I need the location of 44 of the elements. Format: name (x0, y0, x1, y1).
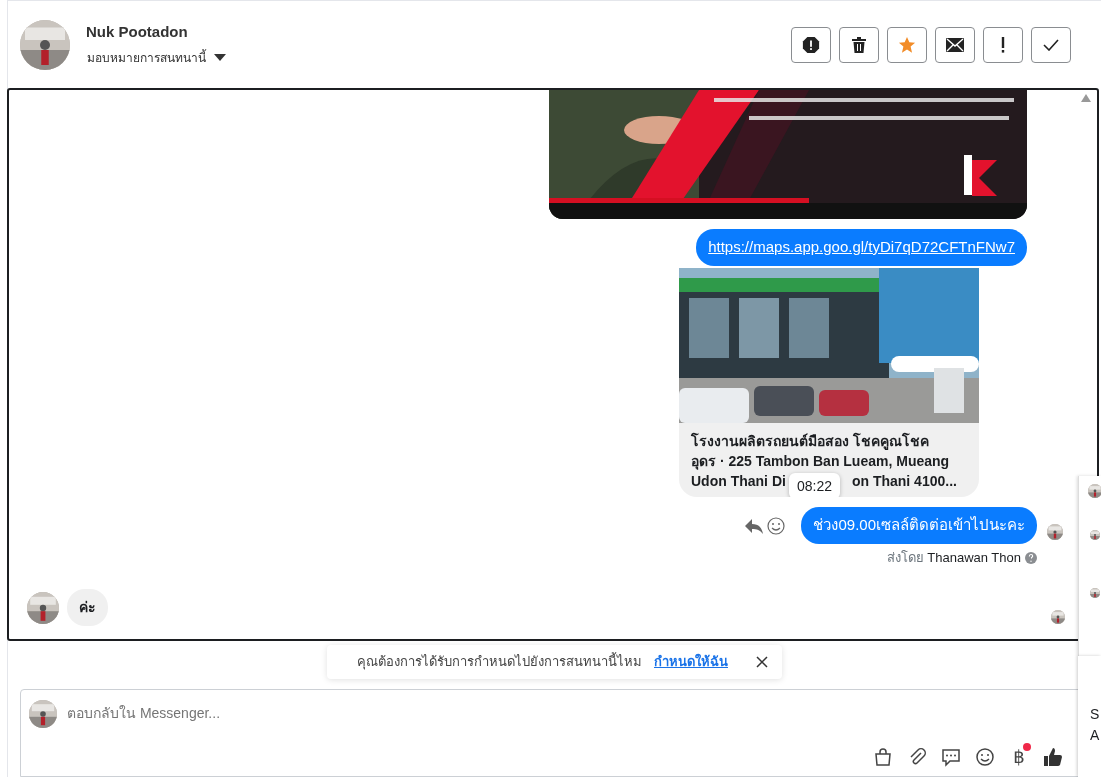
message-bubble: ช่วง09.00เซลล์ติดต่อเข้าไปนะคะ (801, 507, 1037, 544)
close-icon[interactable] (756, 655, 768, 668)
check-icon (1043, 38, 1059, 51)
shopping-bag-icon (873, 747, 893, 767)
panel-text: S (1090, 705, 1101, 724)
contact-avatar (20, 19, 70, 70)
alert-icon (802, 35, 820, 54)
thumbs-up-icon (1043, 747, 1063, 767)
preview-title-line: โรงงานผลิตรถยนต์มือสอง โชคคูณโชค (691, 431, 930, 451)
seen-avatar (1051, 609, 1065, 624)
payment-button[interactable]: ฿ (1004, 742, 1034, 772)
emoji-icon[interactable] (767, 516, 786, 535)
star-icon (898, 35, 916, 54)
assign-link[interactable]: กำหนดให้ฉัน (654, 652, 728, 672)
caret-icon (214, 54, 226, 62)
done-button[interactable] (1031, 26, 1071, 63)
chat-icon (941, 747, 961, 767)
message-bubble: ค่ะ (67, 589, 108, 627)
preview-title-line: อุดร · 225 Tambon Ban Lueam, Mueang (691, 451, 951, 472)
report-button[interactable] (791, 26, 831, 63)
page-avatar (29, 699, 57, 728)
link[interactable]: https://maps.app.goo.gl/tyDi7qD72CFTnFNw7 (708, 238, 1015, 255)
link-preview-card[interactable]: โรงงานผลิตรถยนต์มือสอง โชคคูณโชค อุดร · 225 Tambon Ban Lueam, Mueang Udon Thani Di 08:22 on Thani 4100... (679, 267, 979, 498)
preview-title-line: on Thani 4100... (851, 472, 957, 492)
scroll-up-icon[interactable] (1081, 94, 1091, 102)
sender-avatar (1047, 523, 1063, 540)
mark-unread-button[interactable] (935, 26, 975, 63)
sent-by-text: ส่งโดย Thanawan Thon (886, 548, 1021, 567)
preview-title-line: Udon Thani Di (691, 472, 786, 492)
reply-icon[interactable] (745, 517, 764, 534)
assign-dropdown[interactable]: มอบหมายการสนทนานี้ (86, 47, 227, 68)
exclamation-icon (1001, 36, 1005, 53)
banner-text: คุณต้องการได้รับการกำหนดไปยังการสนทนานี้ไหม (357, 652, 642, 672)
trash-icon (851, 35, 867, 54)
important-button[interactable] (983, 26, 1023, 63)
star-button[interactable] (887, 26, 927, 63)
envelope-icon (946, 37, 964, 52)
contact-avatar (27, 591, 59, 624)
panel-text: A (1090, 726, 1101, 745)
help-icon[interactable] (1025, 551, 1037, 564)
delete-button[interactable] (839, 26, 879, 63)
contact-name: Nuk Pootadon (86, 22, 189, 43)
emoji-icon (975, 747, 995, 767)
time-tooltip: 08:22 (789, 472, 841, 498)
